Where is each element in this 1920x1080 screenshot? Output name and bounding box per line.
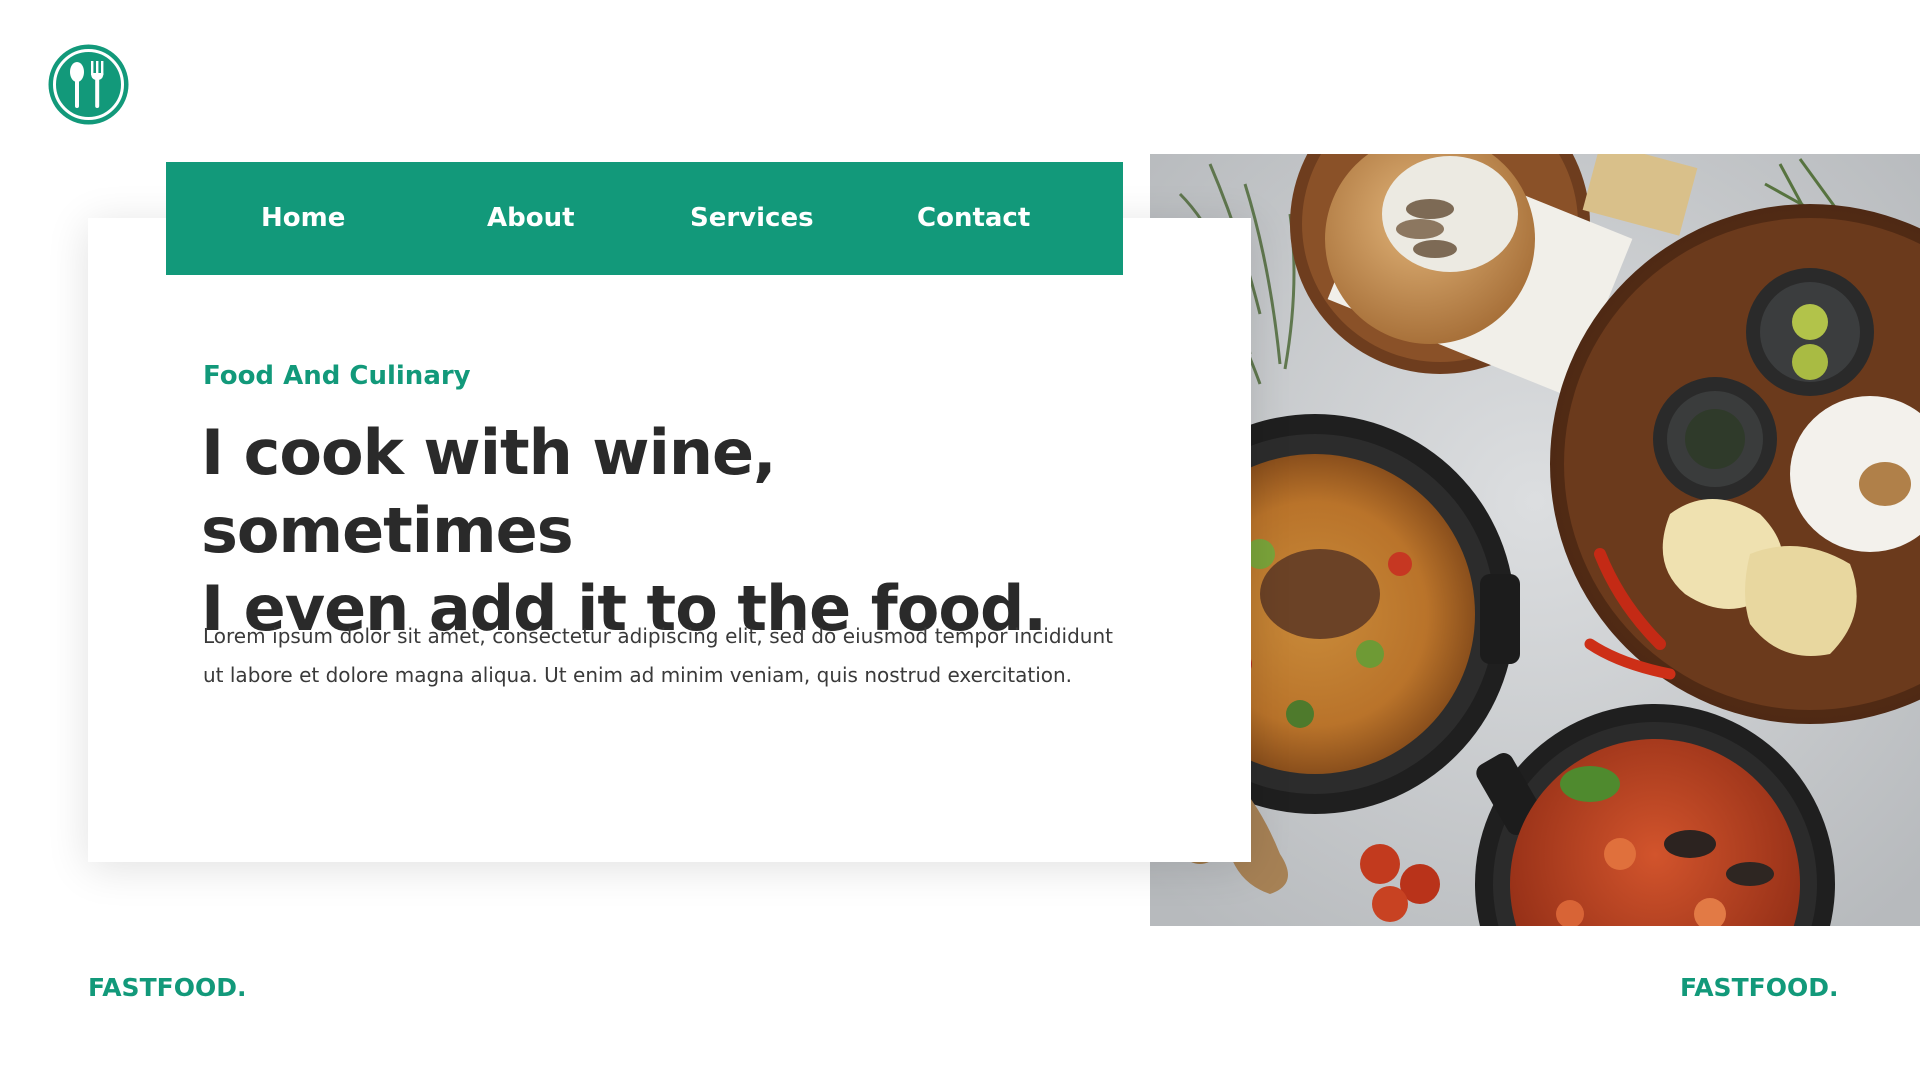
hero-body-text: Lorem ipsum dolor sit amet, consectetur … xyxy=(203,624,1113,687)
main-nav: Home About Services Contact xyxy=(166,162,1123,275)
nav-contact-link[interactable]: Contact xyxy=(917,162,1030,275)
hero-headline-line-1: I cook with wine, sometimes xyxy=(201,416,777,567)
nav-about-link[interactable]: About xyxy=(487,162,575,275)
brand-left: FASTFOOD. xyxy=(88,973,247,1002)
logo[interactable] xyxy=(47,43,130,126)
section-kicker: Food And Culinary xyxy=(203,361,471,391)
nav-services-link[interactable]: Services xyxy=(690,162,814,275)
food-photo-illustration xyxy=(1150,154,1920,926)
spoon-fork-icon xyxy=(48,44,129,125)
brand-right: FASTFOOD. xyxy=(1680,973,1839,1002)
nav-home-link[interactable]: Home xyxy=(261,162,345,275)
hero-headline: I cook with wine, sometimes I even add i… xyxy=(201,414,1121,648)
page: Home About Services Contact Food And Cul… xyxy=(0,0,1920,1080)
food-photo xyxy=(1150,154,1920,926)
